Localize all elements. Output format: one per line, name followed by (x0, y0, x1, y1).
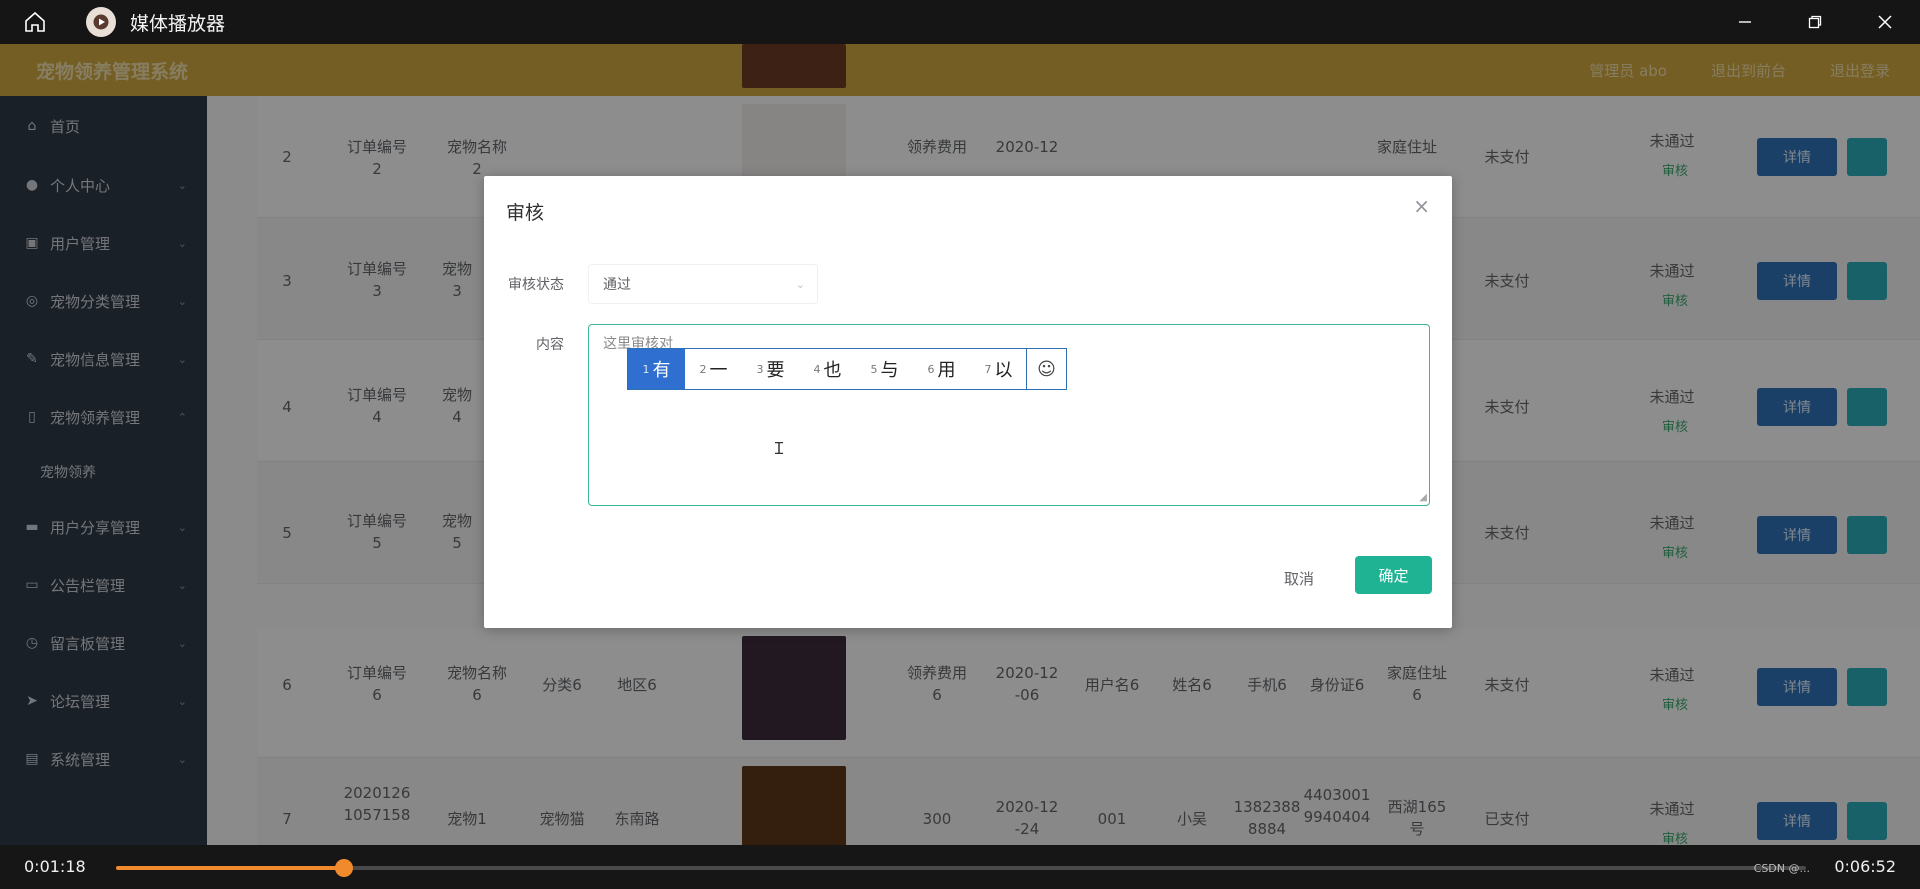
ime-candidate[interactable]: 4也 (799, 349, 856, 389)
dialog-close-button[interactable]: × (1413, 194, 1430, 218)
player-control-bar: 0:01:18 CSDN @... 0:06:52 (0, 845, 1920, 889)
ime-candidate[interactable]: 2一 (685, 349, 742, 389)
ime-candidate[interactable]: 3要 (742, 349, 799, 389)
ime-candidate[interactable]: 7以 (970, 349, 1027, 389)
video-frame: 宠物领养管理系统 管理员 abo 退出到前台 退出登录 ⌂ 首页 ● 个人中心 ⌄ ▣… (0, 44, 1920, 845)
ime-candidate-bar: 1有 2一 3要 4也 5与 6用 7以 ☺ (627, 348, 1067, 390)
audit-status-label: 审核状态 (508, 277, 564, 293)
seek-handle[interactable] (335, 859, 354, 877)
minimize-icon (1739, 21, 1751, 23)
ime-candidate[interactable]: 1有 (628, 349, 685, 389)
audit-dialog: 审核 × 审核状态 通过 ⌄ 内容 这里审核对 Ｉ ◢ 1有 2一 3要 4也 … (484, 176, 1452, 628)
seek-bar[interactable] (116, 859, 1806, 877)
ime-candidate[interactable]: 6用 (913, 349, 970, 389)
close-icon: × (1413, 194, 1430, 218)
maximize-button[interactable] (1780, 0, 1850, 44)
seek-bar-fill (116, 866, 345, 870)
player-title-bar: 媒体播放器 (0, 0, 1920, 44)
player-title: 媒体播放器 (130, 12, 226, 35)
chevron-down-icon: ⌄ (795, 277, 805, 291)
text-cursor-icon: Ｉ (771, 439, 788, 458)
ime-candidate[interactable]: 5与 (856, 349, 913, 389)
home-icon (25, 11, 45, 32)
resize-handle-icon[interactable]: ◢ (1419, 492, 1427, 503)
watermark: CSDN @... (1753, 862, 1810, 875)
audit-status-select[interactable]: 通过 ⌄ (588, 264, 818, 304)
close-icon (1878, 15, 1892, 29)
current-time: 0:01:18 (24, 857, 86, 876)
restore-icon (1808, 15, 1822, 29)
home-button[interactable] (0, 0, 70, 44)
player-logo-icon (86, 7, 116, 37)
close-button[interactable] (1850, 0, 1920, 44)
content-label: 内容 (536, 337, 564, 353)
cancel-button[interactable]: 取消 (1284, 568, 1314, 589)
confirm-button[interactable]: 确定 (1355, 556, 1432, 594)
total-time: 0:06:52 (1834, 857, 1896, 876)
emoji-icon[interactable]: ☺ (1026, 349, 1066, 389)
minimize-button[interactable] (1710, 0, 1780, 44)
dialog-title: 审核 (506, 202, 545, 224)
